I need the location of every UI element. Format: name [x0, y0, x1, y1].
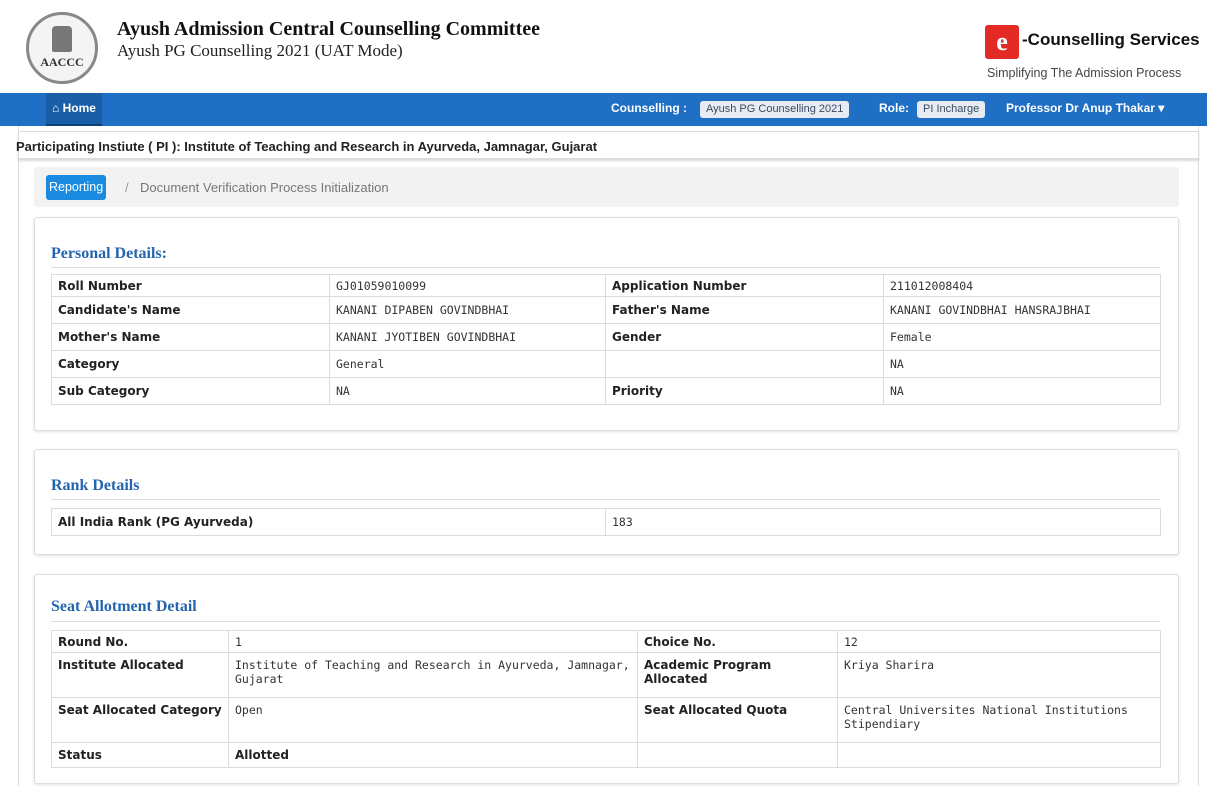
rank-details-panel: [34, 449, 1179, 555]
table-cell-label: Gender: [605, 323, 884, 351]
site-header: AACCC Ayush Admission Central Counsellin…: [0, 0, 1207, 93]
status-value: Allotted: [228, 742, 638, 768]
breadcrumb-separator: /: [125, 180, 129, 195]
home-icon: ⌂: [52, 101, 60, 115]
table-row: Status Allotted: [51, 742, 1161, 768]
table-row: All India Rank (PG Ayurveda) 183: [51, 508, 1161, 536]
seat-allotment-title: Seat Allotment Detail: [51, 598, 197, 615]
table-cell-label: Priority: [605, 377, 884, 405]
brand-tagline: Simplifying The Admission Process: [987, 66, 1182, 80]
table-cell-value: 12: [837, 630, 1161, 653]
counselling-badge: Ayush PG Counselling 2021: [700, 101, 850, 118]
table-cell-value: General: [329, 350, 606, 378]
home-link[interactable]: ⌂ Home: [46, 93, 102, 126]
counselling-label: Counselling :: [611, 101, 687, 115]
table-cell-label: Sub Category: [51, 377, 330, 405]
pi-title: Participating Instiute ( PI ): Institute…: [16, 139, 598, 154]
table-cell-label: Mother's Name: [51, 323, 330, 351]
table-row: Mother's Name KANANI JYOTIBEN GOVINDBHAI…: [51, 323, 1161, 351]
table-cell-label: Seat Allocated Quota: [637, 697, 838, 743]
table-row: Institute Allocated Institute of Teachin…: [51, 652, 1161, 698]
top-navbar: ⌂ Home Counselling : Ayush PG Counsellin…: [0, 93, 1207, 126]
table-cell-value: Institute of Teaching and Research in Ay…: [228, 652, 638, 698]
table-cell-value: 1: [228, 630, 638, 653]
table-cell-value: Open: [228, 697, 638, 743]
table-cell-label: [605, 350, 884, 378]
table-row: Seat Allocated Category Open Seat Alloca…: [51, 697, 1161, 743]
table-row: Sub Category NA Priority NA: [51, 377, 1161, 405]
table-cell-empty: [637, 742, 838, 768]
table-cell-value: NA: [883, 377, 1161, 405]
table-cell-value: NA: [883, 350, 1161, 378]
table-cell-label: Round No.: [51, 630, 229, 653]
table-row: Round No. 1 Choice No. 12: [51, 630, 1161, 653]
table-cell-label: Application Number: [605, 274, 884, 297]
table-cell-value: Kriya Sharira: [837, 652, 1161, 698]
breadcrumb-current: Document Verification Process Initializa…: [140, 180, 389, 195]
table-cell-empty: [837, 742, 1161, 768]
home-label: Home: [62, 101, 96, 115]
table-cell-label: Seat Allocated Category: [51, 697, 229, 743]
brand-title: -Counselling Services: [1022, 30, 1200, 49]
table-cell-label: Father's Name: [605, 296, 884, 324]
table-cell-value: 183: [605, 508, 1161, 536]
table-cell-label: All India Rank (PG Ayurveda): [51, 508, 606, 536]
table-cell-value: Female: [883, 323, 1161, 351]
table-cell-value: NA: [329, 377, 606, 405]
section-divider: [51, 499, 1160, 500]
org-subtitle: Ayush PG Counselling 2021 (UAT Mode): [117, 41, 403, 60]
seat-allotment-table: Round No. 1 Choice No. 12 Institute Allo…: [51, 630, 1161, 768]
table-cell-value: GJ01059010099: [329, 274, 606, 297]
section-divider: [51, 621, 1160, 622]
table-cell-value: KANANI GOVINDBHAI HANSRAJBHAI: [883, 296, 1161, 324]
role-badge: PI Incharge: [917, 101, 986, 118]
table-cell-value: KANANI DIPABEN GOVINDBHAI: [329, 296, 606, 324]
rank-details-table: All India Rank (PG Ayurveda) 183: [51, 508, 1161, 536]
table-cell-label: Roll Number: [51, 274, 330, 297]
personal-details-table: Roll Number GJ01059010099 Application Nu…: [51, 274, 1161, 405]
table-cell-label: Candidate's Name: [51, 296, 330, 324]
rank-details-title: Rank Details: [51, 477, 140, 494]
table-row: Candidate's Name KANANI DIPABEN GOVINDBH…: [51, 296, 1161, 324]
table-cell-label: Academic Program Allocated: [637, 652, 838, 698]
table-row: Roll Number GJ01059010099 Application Nu…: [51, 274, 1161, 297]
table-cell-label: Category: [51, 350, 330, 378]
emblem-icon: [52, 26, 72, 52]
table-cell-label: Institute Allocated: [51, 652, 229, 698]
user-menu[interactable]: Professor Dr Anup Thakar ▾: [1006, 93, 1164, 124]
e-counselling-logo: e: [985, 25, 1019, 59]
table-cell-value: 211012008404: [883, 274, 1161, 297]
section-divider: [51, 267, 1160, 268]
table-cell-value: KANANI JYOTIBEN GOVINDBHAI: [329, 323, 606, 351]
table-row: Category General NA: [51, 350, 1161, 378]
breadcrumb-reporting[interactable]: Reporting: [46, 175, 107, 200]
table-cell-label: Status: [51, 742, 229, 768]
role-label: Role:: [879, 101, 909, 115]
personal-details-title: Personal Details:: [51, 245, 167, 262]
logo-text: AACCC: [40, 55, 84, 69]
org-title: Ayush Admission Central Counselling Comm…: [117, 18, 540, 40]
caret-down-icon: ▾: [1158, 101, 1165, 115]
user-name: Professor Dr Anup Thakar: [1006, 101, 1155, 115]
aaccc-logo: AACCC: [26, 12, 98, 84]
table-cell-label: Choice No.: [637, 630, 838, 653]
table-cell-value: Central Universites National Institution…: [837, 697, 1161, 743]
